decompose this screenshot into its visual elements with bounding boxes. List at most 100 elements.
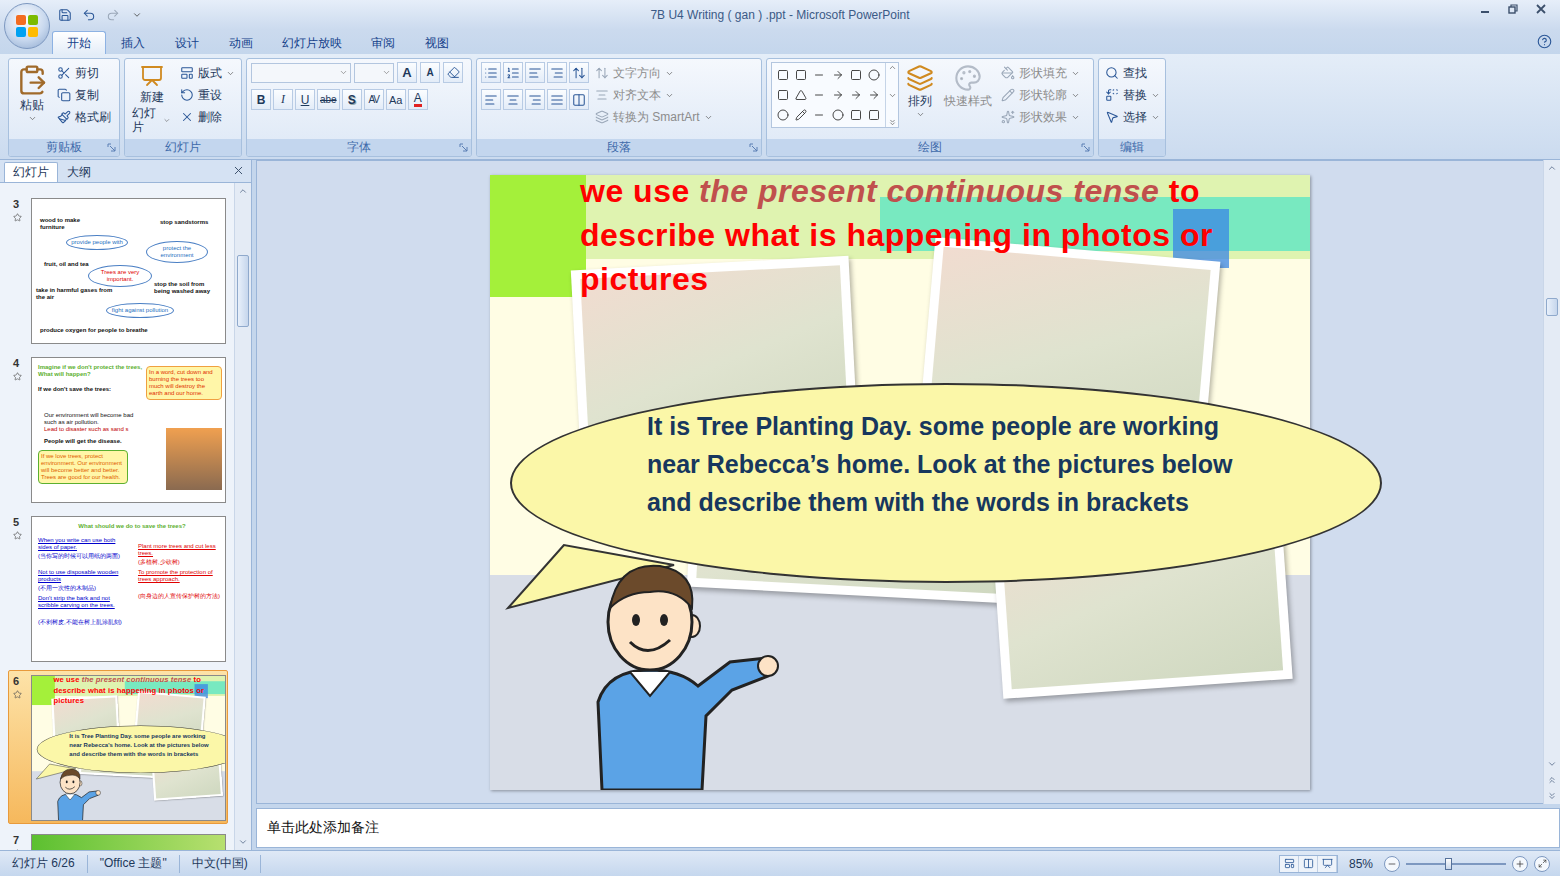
dialog-launcher[interactable] bbox=[749, 143, 758, 152]
replace-button[interactable]: 替换 bbox=[1103, 84, 1162, 106]
font-name-field[interactable] bbox=[251, 63, 351, 83]
zoom-out-button[interactable] bbox=[1384, 856, 1400, 872]
slide-thumbnail[interactable]: 3wood to make furniturestop sandstormspr… bbox=[8, 193, 228, 347]
scroll-down-button[interactable] bbox=[1544, 756, 1560, 772]
clear-format-button[interactable] bbox=[443, 62, 463, 83]
format-button[interactable]: B bbox=[251, 89, 271, 110]
font-size-field[interactable] bbox=[354, 63, 394, 83]
numbering-button[interactable] bbox=[503, 62, 523, 83]
undo-button[interactable] bbox=[80, 6, 98, 24]
pane-tab[interactable]: 大纲 bbox=[58, 162, 100, 182]
format-button[interactable]: A bbox=[408, 89, 428, 110]
slide-thumbnail[interactable]: 6It is Tree Planting Day. some people ar… bbox=[8, 670, 228, 824]
dropdown-arrow-icon bbox=[382, 68, 391, 77]
justify-button[interactable] bbox=[547, 89, 567, 110]
find-button[interactable]: 查找 bbox=[1103, 62, 1162, 84]
line-spacing-button[interactable] bbox=[569, 62, 589, 83]
double-arrow-up-icon bbox=[1547, 775, 1557, 785]
pane-tab[interactable]: 幻灯片 bbox=[4, 162, 58, 182]
format-button[interactable]: abe bbox=[317, 89, 340, 110]
reset-button[interactable]: 重设 bbox=[178, 84, 237, 106]
ribbon-tab[interactable]: 开始 bbox=[52, 31, 106, 54]
notes-field[interactable]: 单击此处添加备注 bbox=[256, 808, 1560, 848]
slideshow-view-button[interactable] bbox=[1318, 856, 1337, 872]
shapes-gallery[interactable] bbox=[771, 62, 899, 128]
scroll-thumb[interactable] bbox=[1546, 298, 1558, 316]
slide-thumbnail[interactable]: 5What should we do to save the trees?Whe… bbox=[8, 511, 228, 665]
layout-button[interactable]: 版式 bbox=[178, 62, 237, 84]
format-painter-button[interactable]: 格式刷 bbox=[55, 106, 113, 128]
delete-button[interactable]: 删除 bbox=[178, 106, 237, 128]
pane-scrollbar[interactable] bbox=[234, 183, 251, 850]
zoom-in-button[interactable] bbox=[1512, 856, 1528, 872]
decrease-indent-button[interactable] bbox=[525, 62, 545, 83]
format-button[interactable]: U bbox=[295, 89, 315, 110]
close-icon bbox=[232, 164, 245, 177]
dialog-launcher[interactable] bbox=[1081, 143, 1090, 152]
slide-thumbnail[interactable]: 4Imagine if we don't protect the trees, … bbox=[8, 352, 228, 506]
slide-thumbnail[interactable]: 7 bbox=[8, 829, 228, 850]
columns-button[interactable] bbox=[569, 89, 589, 110]
paragraph-action-button[interactable]: 对齐文本 bbox=[593, 84, 715, 106]
fit-window-button[interactable] bbox=[1534, 856, 1550, 872]
office-button[interactable] bbox=[4, 3, 50, 49]
redo-button[interactable] bbox=[104, 6, 122, 24]
format-button[interactable]: S bbox=[342, 89, 362, 110]
help-button[interactable] bbox=[1537, 34, 1552, 49]
arrange-button[interactable]: 排列 bbox=[903, 62, 937, 136]
format-button[interactable]: AV bbox=[364, 89, 384, 110]
ribbon-tab[interactable]: 幻灯片放映 bbox=[268, 31, 356, 54]
ribbon-tab[interactable]: 设计 bbox=[160, 31, 214, 54]
paragraph-action-button[interactable]: 转换为 SmartArt bbox=[593, 106, 715, 128]
select-button[interactable]: 选择 bbox=[1103, 106, 1162, 128]
shape-format-button[interactable]: 形状效果 bbox=[999, 106, 1082, 128]
scroll-thumb[interactable] bbox=[237, 255, 249, 327]
editing-actions: 查找替换选择 bbox=[1103, 62, 1162, 136]
group-label: 字体 bbox=[247, 139, 471, 156]
align-center-button[interactable] bbox=[503, 89, 523, 110]
normal-view-button[interactable] bbox=[1280, 856, 1299, 872]
zoom-knob[interactable] bbox=[1445, 858, 1452, 870]
increase-indent-button[interactable] bbox=[547, 62, 567, 83]
ribbon-tab[interactable]: 审阅 bbox=[356, 31, 410, 54]
cut-button[interactable]: 剪切 bbox=[55, 62, 113, 84]
slide[interactable]: It is Tree Planting Day. some people are… bbox=[32, 676, 226, 821]
previous-slide-button[interactable] bbox=[1544, 772, 1560, 788]
pane-close-button[interactable] bbox=[232, 164, 245, 177]
ribbon-tab[interactable]: 插入 bbox=[106, 31, 160, 54]
status-item: 中文(中国) bbox=[180, 855, 261, 873]
dialog-launcher[interactable] bbox=[107, 143, 116, 152]
align-right-button[interactable] bbox=[525, 89, 545, 110]
sorter-view-button[interactable] bbox=[1299, 856, 1318, 872]
ribbon-tab[interactable]: 视图 bbox=[410, 31, 464, 54]
scroll-up-button[interactable] bbox=[1544, 160, 1560, 176]
dropdown-arrow-icon bbox=[226, 69, 235, 78]
slide-scrollbar[interactable] bbox=[1543, 160, 1560, 804]
paste-button[interactable]: 粘贴 bbox=[13, 62, 51, 136]
scroll-down-button[interactable] bbox=[235, 834, 251, 850]
zoom-slider[interactable] bbox=[1406, 858, 1506, 870]
minimize-button[interactable] bbox=[1472, 0, 1498, 18]
format-button[interactable]: Aa bbox=[386, 89, 406, 110]
bullets-button[interactable] bbox=[481, 62, 501, 83]
customize-button[interactable] bbox=[128, 6, 146, 24]
format-button[interactable]: I bbox=[273, 89, 293, 110]
align-left-button[interactable] bbox=[481, 89, 501, 110]
paragraph-action-button[interactable]: 文字方向 bbox=[593, 62, 715, 84]
new-slide-button[interactable]: 新建幻灯片 bbox=[129, 62, 174, 136]
restore-button[interactable] bbox=[1500, 0, 1526, 18]
button-label: 新建 bbox=[140, 90, 164, 104]
dialog-launcher[interactable] bbox=[459, 143, 468, 152]
scroll-up-button[interactable] bbox=[235, 183, 251, 199]
shrink-font-button[interactable]: A bbox=[420, 62, 440, 83]
slide[interactable]: It is Tree Planting Day. some people are… bbox=[490, 175, 1310, 790]
quick-styles-button[interactable]: 快速样式 bbox=[941, 62, 995, 136]
close-button[interactable] bbox=[1528, 0, 1554, 18]
shape-format-button[interactable]: 形状填充 bbox=[999, 62, 1082, 84]
copy-button[interactable]: 复制 bbox=[55, 84, 113, 106]
shape-format-button[interactable]: 形状轮廓 bbox=[999, 84, 1082, 106]
grow-font-button[interactable]: A bbox=[397, 62, 417, 83]
ribbon-tab[interactable]: 动画 bbox=[214, 31, 268, 54]
save-button[interactable] bbox=[56, 6, 74, 24]
next-slide-button[interactable] bbox=[1544, 788, 1560, 804]
